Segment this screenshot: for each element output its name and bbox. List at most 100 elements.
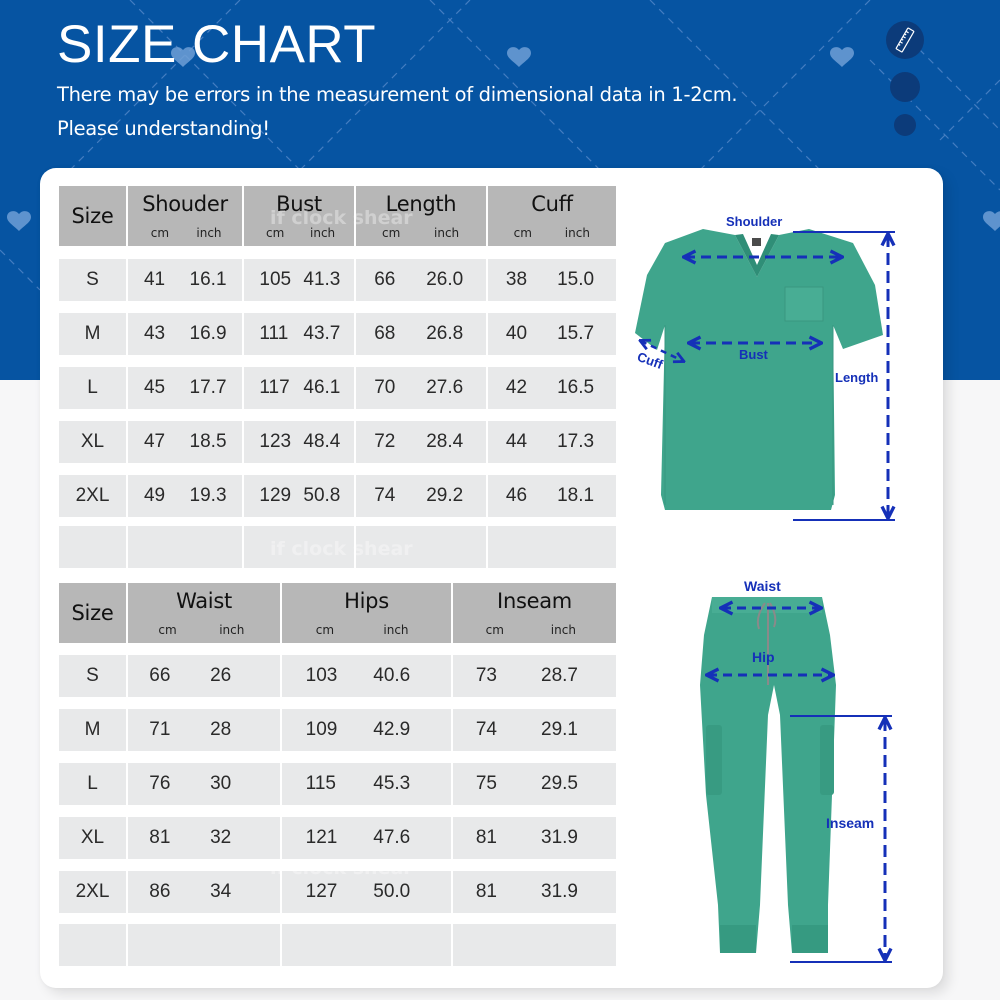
measurement-cell: 45 17.7 [128,367,242,409]
measurement-cell: 66 26.0 [356,259,486,301]
measurement-cell: 121 47.6 [282,817,451,859]
size-column-header: Size [59,186,126,246]
measurement-cell: 74 29.1 [453,709,616,751]
size-cell: S [59,259,126,301]
size-cell: XL [59,421,126,463]
unit-inch-label: inch [434,226,460,240]
value-cm: 72 [374,431,396,452]
value-cm: 49 [143,485,166,506]
measurement-cell: 127 50.0 [282,871,451,913]
ruler-badge [886,21,924,59]
bust-label: Bust [739,347,768,362]
waist-label: Waist [744,578,781,594]
unit-cm-label: cm [150,226,170,240]
column-header-label: Shouder [142,192,228,216]
column-header-length: Length cm inch [356,186,486,246]
measurement-cell: 76 30 [128,763,280,805]
measurement-cell: 74 29.2 [356,475,486,517]
unit-inch-label: inch [550,623,576,637]
measurement-cell: 71 28 [128,709,280,751]
measurement-cell: 117 46.1 [244,367,354,409]
value-cm: 123 [259,431,292,452]
value-inch: 50.0 [373,881,411,902]
value-inch: 40.6 [373,665,411,686]
measurement-cell: 68 26.8 [356,313,486,355]
value-cm: 81 [149,827,171,848]
column-header-label: Bust [276,192,322,216]
unit-inch-label: inch [310,226,336,240]
hip-label: Hip [752,649,775,665]
measurement-cell: 49 19.3 [128,475,242,517]
value-cm: 105 [259,269,292,290]
value-cm: 111 [259,323,289,344]
value-cm: 129 [259,485,292,506]
value-inch: 18.1 [557,485,595,506]
measurement-cell: 129 50.8 [244,475,354,517]
subtitle-understanding: Please understanding! [57,117,270,140]
unit-cm-label: cm [485,623,504,637]
value-inch: 31.9 [541,881,578,902]
measurement-cell: 47 18.5 [128,421,242,463]
measurement-cell: 123 48.4 [244,421,354,463]
size-cell: 2XL [59,475,126,517]
measurement-cell: 103 40.6 [282,655,451,697]
value-inch: 48.4 [303,431,341,452]
column-header-shouder: Shouder cm inch [128,186,242,246]
value-inch: 16.5 [557,377,595,398]
measurement-cell [488,526,616,568]
value-cm: 66 [149,665,171,686]
shoulder-label: Shoulder [726,214,783,229]
unit-cm-label: cm [315,623,335,637]
value-cm: 86 [149,881,171,902]
value-cm: 68 [374,323,396,344]
measurement-cell: 66 26 [128,655,280,697]
value-cm: 74 [374,485,396,506]
value-inch: 28.7 [541,665,578,686]
shirt-diagram: Shoulder Bust Cuff Length [625,205,900,530]
measurement-cell [356,526,486,568]
unit-cm-label: cm [266,226,285,240]
value-inch: 32 [210,827,232,848]
size-cell: 2XL [59,871,126,913]
value-inch: 17.7 [189,377,227,398]
value-inch: 50.8 [303,485,341,506]
value-inch: 19.3 [189,485,227,506]
value-cm: 74 [475,719,497,740]
value-cm: 42 [505,377,528,398]
measurement-cell: 73 28.7 [453,655,616,697]
value-cm: 40 [505,323,528,344]
value-inch: 45.3 [373,773,411,794]
value-cm: 44 [505,431,528,452]
heart-icon [7,211,31,231]
value-cm: 121 [305,827,338,848]
value-cm: 127 [305,881,338,902]
measurement-cell: 41 16.1 [128,259,242,301]
value-inch: 18.5 [189,431,227,452]
value-inch: 17.3 [557,431,595,452]
value-cm: 103 [305,665,338,686]
inseam-label: Inseam [826,815,875,831]
page-title: SIZE CHART [57,15,377,74]
measurement-cell: 81 32 [128,817,280,859]
value-cm: 41 [143,269,166,290]
column-header-bust: Bust cm inch [244,186,354,246]
value-inch: 43.7 [303,323,341,344]
size-cell [59,526,126,568]
value-inch: 27.6 [426,377,464,398]
value-inch: 28.4 [426,431,464,452]
unit-inch-label: inch [383,623,409,637]
size-cell: L [59,763,126,805]
unit-inch-label: inch [564,226,590,240]
measurement-cell: 70 27.6 [356,367,486,409]
measurement-cell [244,526,354,568]
column-header-waist: Waist cm inch [128,583,280,643]
measurement-cell [128,526,242,568]
value-cm: 38 [505,269,528,290]
column-header-label: Waist [176,589,232,613]
value-cm: 81 [475,827,497,848]
value-inch: 15.7 [557,323,595,344]
value-inch: 29.2 [426,485,464,506]
subtitle-measurement-note: There may be errors in the measurement o… [57,83,738,106]
column-header-cuff: Cuff cm inch [488,186,616,246]
measurement-cell: 105 41.3 [244,259,354,301]
